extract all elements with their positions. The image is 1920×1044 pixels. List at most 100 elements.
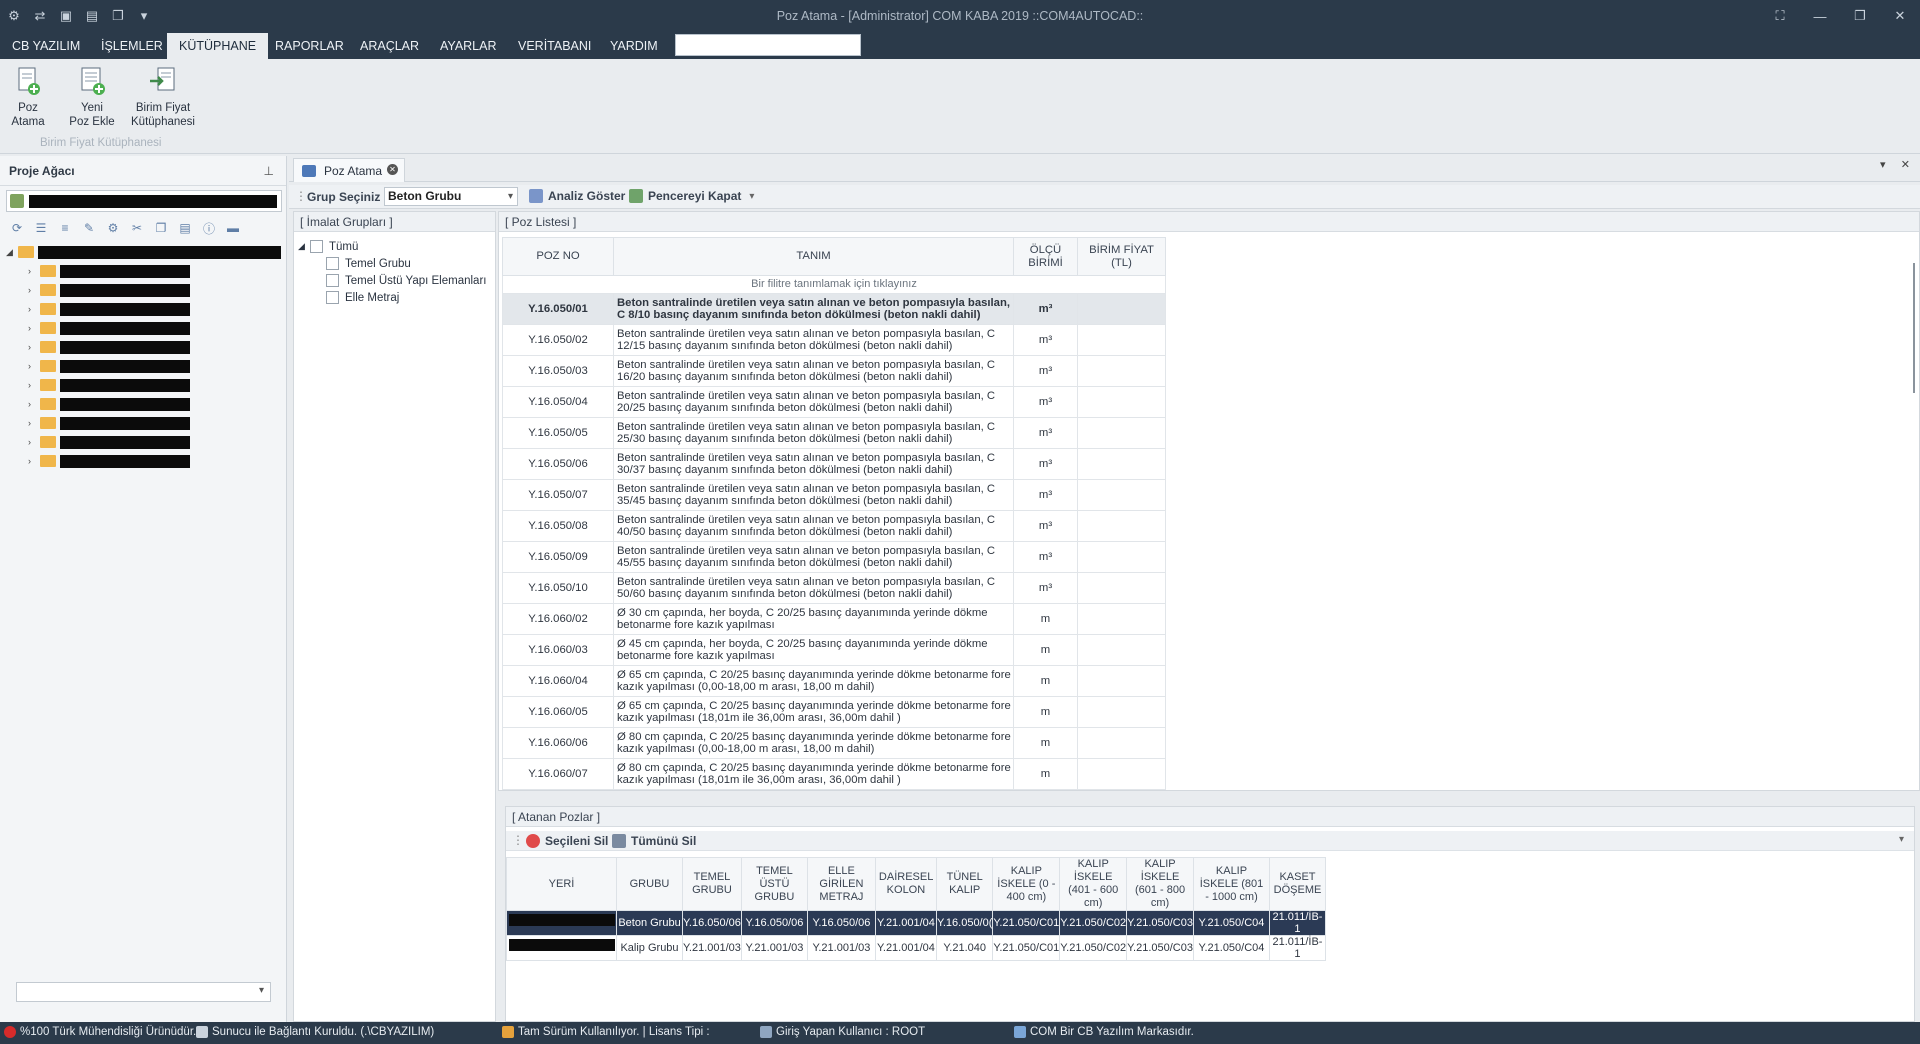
poz-row[interactable]: Y.16.050/02 Beton santralinde üretilen ve…: [502, 324, 1166, 356]
atanan-row[interactable]: Kalip Grubu Y.21.001/03 Y.21.001/03 Y.21.00…: [506, 935, 1326, 961]
expand-arrow-icon[interactable]: ›: [28, 380, 40, 390]
fullscreen-icon[interactable]: ⛶: [1760, 6, 1800, 26]
atanan-col-header[interactable]: KALIP İSKELE (401 - 600 cm): [1059, 857, 1128, 911]
atanan-cell[interactable]: Y.16.050/06: [682, 910, 742, 936]
tree-node[interactable]: ›: [28, 453, 190, 469]
grup-select[interactable]: Beton Grubu: [384, 187, 518, 206]
olcu-birimi-cell[interactable]: m³: [1013, 510, 1078, 542]
poz-row[interactable]: Y.16.050/05 Beton santralinde üretilen ve…: [502, 417, 1166, 449]
menu-araclar[interactable]: ARAÇLAR: [348, 33, 431, 59]
menu-yardim[interactable]: YARDIM: [598, 33, 670, 59]
poz-row[interactable]: Y.16.060/06 Ø 80 cm çapında, C 20/25 bası…: [502, 727, 1166, 759]
tanim-cell[interactable]: Beton santralinde üretilen veya satın al…: [613, 448, 1014, 480]
col-olcu-birimi[interactable]: ÖLÇÜ BİRİMİ: [1013, 237, 1078, 276]
olcu-birimi-cell[interactable]: m³: [1013, 417, 1078, 449]
poz-no-cell[interactable]: Y.16.050/10: [502, 572, 614, 604]
atanan-cell[interactable]: Beton Grubu: [616, 910, 683, 936]
yeri-cell[interactable]: [506, 935, 617, 961]
olcu-birimi-cell[interactable]: m: [1013, 603, 1078, 635]
tree-item-elle-metraj[interactable]: Elle Metraj: [326, 291, 399, 304]
tree-node[interactable]: ›: [28, 301, 190, 317]
birim-fiyat-cell[interactable]: [1077, 386, 1166, 418]
tanim-cell[interactable]: Beton santralinde üretilen veya satın al…: [613, 572, 1014, 604]
tree-item-tumu[interactable]: ◢ Tümü: [298, 240, 358, 253]
atanan-cell[interactable]: Y.21.050/C03: [1126, 935, 1194, 961]
olcu-birimi-cell[interactable]: m: [1013, 727, 1078, 759]
scrollbar-thumb[interactable]: [1913, 263, 1915, 393]
atanan-cell[interactable]: Y.21.050/C04: [1192, 935, 1270, 961]
poz-row[interactable]: Y.16.050/10 Beton santralinde üretilen ve…: [502, 572, 1166, 604]
poz-atama-button[interactable]: Poz Atama: [8, 65, 48, 129]
yeri-cell[interactable]: [506, 910, 617, 936]
atanan-cell[interactable]: Y.21.050/C01: [992, 935, 1061, 961]
tanim-cell[interactable]: Ø 80 cm çapında, C 20/25 basınç dayanımı…: [613, 758, 1014, 790]
tanim-cell[interactable]: Ø 65 cm çapında, C 20/25 basınç dayanımı…: [613, 665, 1014, 697]
poz-no-cell[interactable]: Y.16.050/06: [502, 448, 614, 480]
tree-node[interactable]: ›: [28, 396, 190, 412]
menu-cb-yazilim[interactable]: CB YAZILIM: [0, 33, 92, 59]
tree-item-temel-ustu[interactable]: Temel Üstü Yapı Elemanları: [326, 274, 486, 287]
expand-arrow-icon[interactable]: ›: [28, 266, 40, 276]
poz-row[interactable]: Y.16.050/08 Beton santralinde üretilen ve…: [502, 510, 1166, 542]
kapat-dropdown-icon[interactable]: ▾: [749, 191, 754, 202]
birim-fiyat-cell[interactable]: [1077, 541, 1166, 573]
olcu-birimi-cell[interactable]: m³: [1013, 355, 1078, 387]
settings-icon[interactable]: ⚙: [104, 220, 122, 236]
atanan-cell[interactable]: Y.21.040: [935, 935, 994, 961]
menu-islemler[interactable]: İŞLEMLER: [89, 33, 175, 59]
poz-row[interactable]: Y.16.060/07 Ø 80 cm çapında, C 20/25 bası…: [502, 758, 1166, 790]
menu-ayarlar[interactable]: AYARLAR: [428, 33, 509, 59]
menu-raporlar[interactable]: RAPORLAR: [263, 33, 356, 59]
poz-no-cell[interactable]: Y.16.060/03: [502, 634, 614, 666]
menu-kutuphane[interactable]: KÜTÜPHANE: [167, 33, 269, 59]
olcu-birimi-cell[interactable]: m³: [1013, 572, 1078, 604]
poz-no-cell[interactable]: Y.16.060/05: [502, 696, 614, 728]
olcu-birimi-cell[interactable]: m³: [1013, 541, 1078, 573]
poz-row[interactable]: Y.16.060/05 Ø 65 cm çapında, C 20/25 bası…: [502, 696, 1166, 728]
atanan-cell[interactable]: Y.21.050/C01: [992, 910, 1061, 936]
birim-fiyat-cell[interactable]: [1077, 417, 1166, 449]
atanan-cell[interactable]: Y.21.050/C02: [1059, 935, 1128, 961]
poz-no-cell[interactable]: Y.16.060/04: [502, 665, 614, 697]
atanan-cell[interactable]: Kalip Grubu: [616, 935, 683, 961]
atanan-col-header[interactable]: GRUBU: [616, 857, 683, 911]
poz-row[interactable]: Y.16.060/03 Ø 45 cm çapında, her boyda, C…: [502, 634, 1166, 666]
yeni-poz-ekle-button[interactable]: Yeni Poz Ekle: [66, 65, 118, 129]
atanan-col-header[interactable]: TEMEL GRUBU: [682, 857, 742, 911]
atanan-cell[interactable]: Y.16.050/0(: [935, 910, 994, 936]
atanan-col-header[interactable]: ELLE GİRİLEN METRAJ: [806, 857, 876, 911]
menu-search-input[interactable]: [675, 34, 861, 56]
atanan-cell[interactable]: Y.21.001/03: [740, 935, 808, 961]
col-poz-no[interactable]: POZ NO: [502, 237, 614, 276]
checkbox-temel-grubu[interactable]: [326, 257, 339, 270]
tanim-cell[interactable]: Beton santralinde üretilen veya satın al…: [613, 510, 1014, 542]
poz-row[interactable]: Y.16.050/01 Beton santralinde üretilen ve…: [502, 293, 1166, 325]
tanim-cell[interactable]: Ø 30 cm çapında, her boyda, C 20/25 bası…: [613, 603, 1014, 635]
project-selector[interactable]: [6, 190, 282, 212]
expand-arrow-icon[interactable]: ›: [28, 323, 40, 333]
pencereyi-kapat-button[interactable]: Pencereyi Kapat ▾: [629, 189, 754, 203]
birim-fiyat-cell[interactable]: [1077, 572, 1166, 604]
birim-fiyat-cell[interactable]: [1077, 479, 1166, 511]
atanan-col-header[interactable]: DAİRESEL KOLON: [874, 857, 937, 911]
olcu-birimi-cell[interactable]: m³: [1013, 479, 1078, 511]
poz-no-cell[interactable]: Y.16.060/02: [502, 603, 614, 635]
atanan-col-header[interactable]: TÜNEL KALIP: [935, 857, 994, 911]
menu-veritabani[interactable]: VERİTABANI: [506, 33, 603, 59]
tanim-cell[interactable]: Beton santralinde üretilen veya satın al…: [613, 324, 1014, 356]
poz-no-cell[interactable]: Y.16.050/01: [502, 293, 614, 325]
tree-root[interactable]: ◢: [6, 244, 281, 260]
tree-node[interactable]: ›: [28, 282, 190, 298]
analiz-goster-button[interactable]: Analiz Göster: [529, 189, 625, 203]
checkbox-elle-metraj[interactable]: [326, 291, 339, 304]
minimize-icon[interactable]: —: [1800, 6, 1840, 26]
secileni-sil-button[interactable]: Seçileni Sil: [526, 834, 608, 848]
birim-fiyat-cell[interactable]: [1077, 293, 1166, 325]
poz-no-cell[interactable]: Y.16.050/02: [502, 324, 614, 356]
folder-icon[interactable]: ▬: [224, 220, 242, 236]
birim-fiyat-cell[interactable]: [1077, 324, 1166, 356]
olcu-birimi-cell[interactable]: m: [1013, 758, 1078, 790]
tanim-cell[interactable]: Beton santralinde üretilen veya satın al…: [613, 355, 1014, 387]
refresh-icon[interactable]: ⟳: [8, 220, 26, 236]
tree-node[interactable]: ›: [28, 263, 190, 279]
